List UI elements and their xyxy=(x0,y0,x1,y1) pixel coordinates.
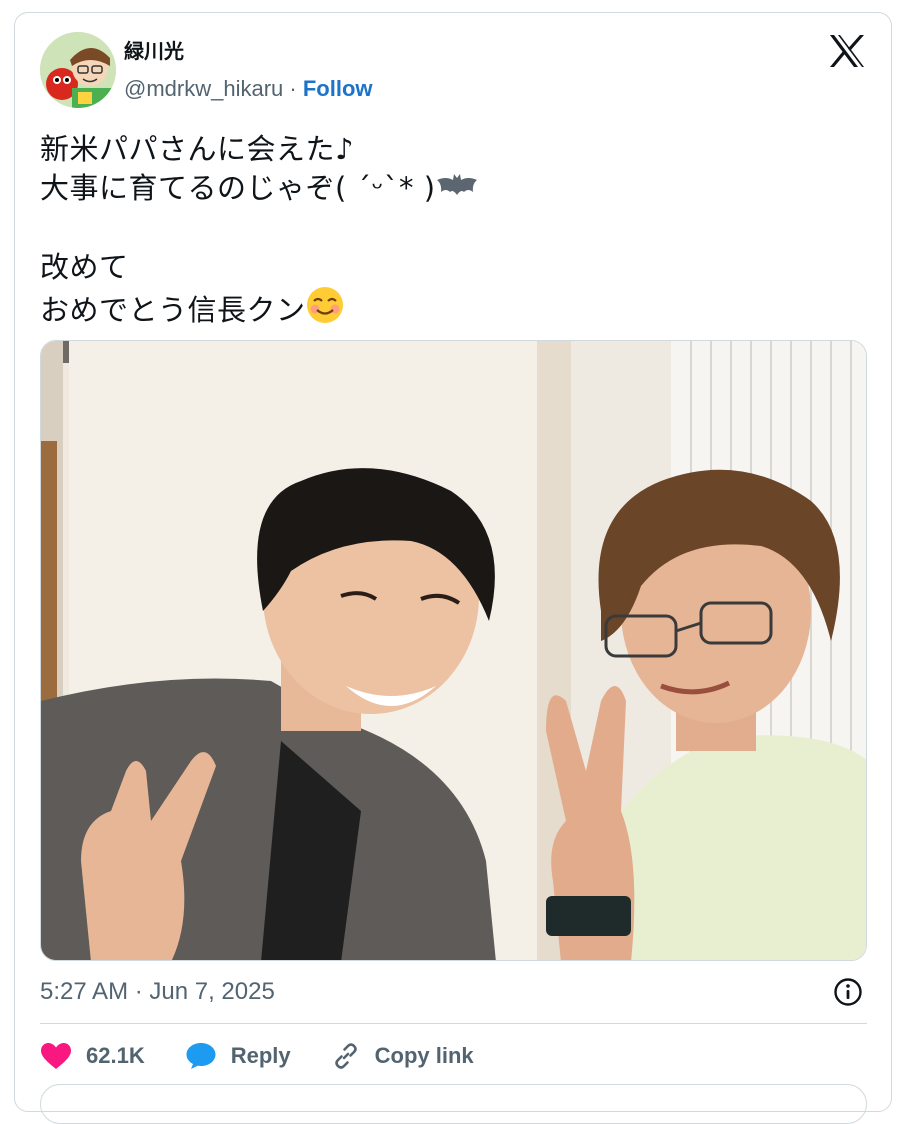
reply-button[interactable]: Reply xyxy=(185,1042,291,1070)
read-replies-button[interactable] xyxy=(40,1084,867,1124)
speech-bubble-icon xyxy=(185,1042,217,1070)
link-icon xyxy=(331,1041,361,1071)
bat-emoji-icon xyxy=(436,171,478,210)
tweet-line-1: 新米パパさんに会えた♪ xyxy=(40,132,355,166)
tweet-line-4: おめでとう信長クン xyxy=(40,293,306,327)
like-count: 62.1K xyxy=(86,1043,145,1068)
smiling-face-emoji-icon xyxy=(306,286,344,334)
tweet-line-2: 大事に育てるのじゃぞ( ˊᵕˋ* ) xyxy=(40,170,436,205)
tweet-line-3: 改めて xyxy=(40,249,129,284)
avatar-illustration-icon xyxy=(40,32,116,108)
tweet-timestamp[interactable]: 5:27 AM · Jun 7, 2025 xyxy=(40,977,275,1007)
tweet-actions-bar: 62.1K Reply Copy link xyxy=(40,1038,514,1074)
copy-link-label: Copy link xyxy=(374,1043,474,1068)
actions-divider xyxy=(40,1023,867,1024)
copy-link-button[interactable]: Copy link xyxy=(331,1041,474,1071)
tweet-photo[interactable] xyxy=(40,340,867,961)
author-handle[interactable]: @mdrkw_hikaru xyxy=(124,76,283,101)
author-avatar[interactable] xyxy=(40,32,116,108)
photo-image xyxy=(41,341,866,960)
like-button[interactable]: 62.1K xyxy=(40,1042,145,1070)
author-handle-row: @mdrkw_hikaru · Follow xyxy=(124,76,373,102)
tweet-text: 新米パパさんに会えた♪ 大事に育てるのじゃぞ( ˊᵕˋ* ) 改めて おめでとう… xyxy=(40,130,478,334)
handle-separator: · xyxy=(289,76,297,101)
author-display-name[interactable]: 緑川光 xyxy=(124,40,184,64)
reply-label: Reply xyxy=(230,1043,291,1068)
heart-icon xyxy=(40,1042,72,1070)
x-logo-icon[interactable] xyxy=(828,34,866,68)
info-icon[interactable] xyxy=(833,977,863,1007)
follow-button[interactable]: Follow xyxy=(303,76,373,101)
